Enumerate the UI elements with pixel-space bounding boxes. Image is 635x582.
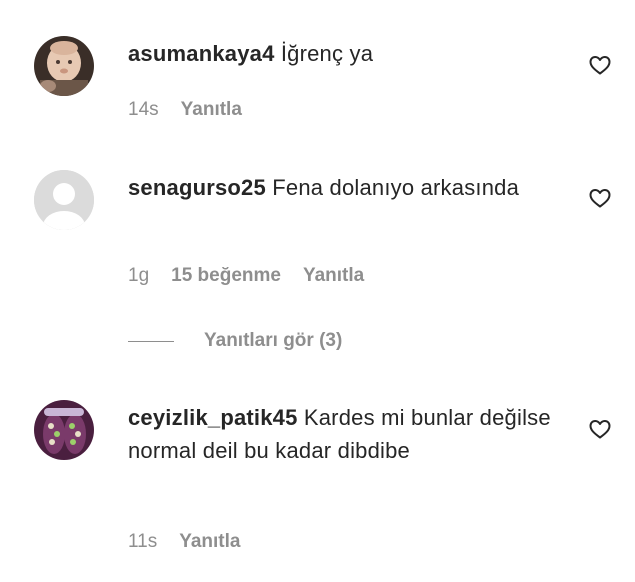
comment-username[interactable]: senagurso25 [128,175,266,200]
comment-text: senagurso25 Fena dolanıyo arkasında [128,171,568,204]
comment-body: İğrenç ya [280,41,374,66]
heart-outline-icon[interactable] [588,186,612,210]
baby-photo-avatar-image [34,36,94,96]
comment-body: Fena dolanıyo arkasında [272,175,520,200]
comment-text: ceyizlik_patik45 Kardes mi bunlar değils… [128,401,568,467]
avatar[interactable] [34,400,94,460]
avatar[interactable] [34,36,94,96]
view-replies-label: Yanıtları gör (3) [204,330,343,351]
view-replies-button[interactable]: Yanıtları gör (3) [128,328,342,354]
likes-count[interactable]: 15 beğenme [171,265,281,286]
comment-meta: 11s Yanıtla [128,531,262,553]
comment-username[interactable]: ceyizlik_patik45 [128,405,298,430]
heart-outline-icon[interactable] [588,417,612,441]
comment-text: asumankaya4 İğrenç ya [128,37,568,70]
patik-photo-avatar-image [34,400,94,460]
comment-meta: 1g 15 beğenme Yanıtla [128,265,386,287]
heart-outline-icon[interactable] [588,53,612,77]
avatar[interactable] [34,170,94,230]
comment-username[interactable]: asumankaya4 [128,41,275,66]
replies-divider-line [128,340,174,342]
comment-time[interactable]: 11s [128,531,157,552]
comment-time[interactable]: 1g [128,265,149,286]
reply-button[interactable]: Yanıtla [303,265,364,286]
comment-time[interactable]: 14s [128,99,159,120]
comment-meta: 14s Yanıtla [128,99,264,121]
default-user-avatar-image [34,170,94,230]
reply-button[interactable]: Yanıtla [181,99,242,120]
reply-button[interactable]: Yanıtla [179,531,240,552]
